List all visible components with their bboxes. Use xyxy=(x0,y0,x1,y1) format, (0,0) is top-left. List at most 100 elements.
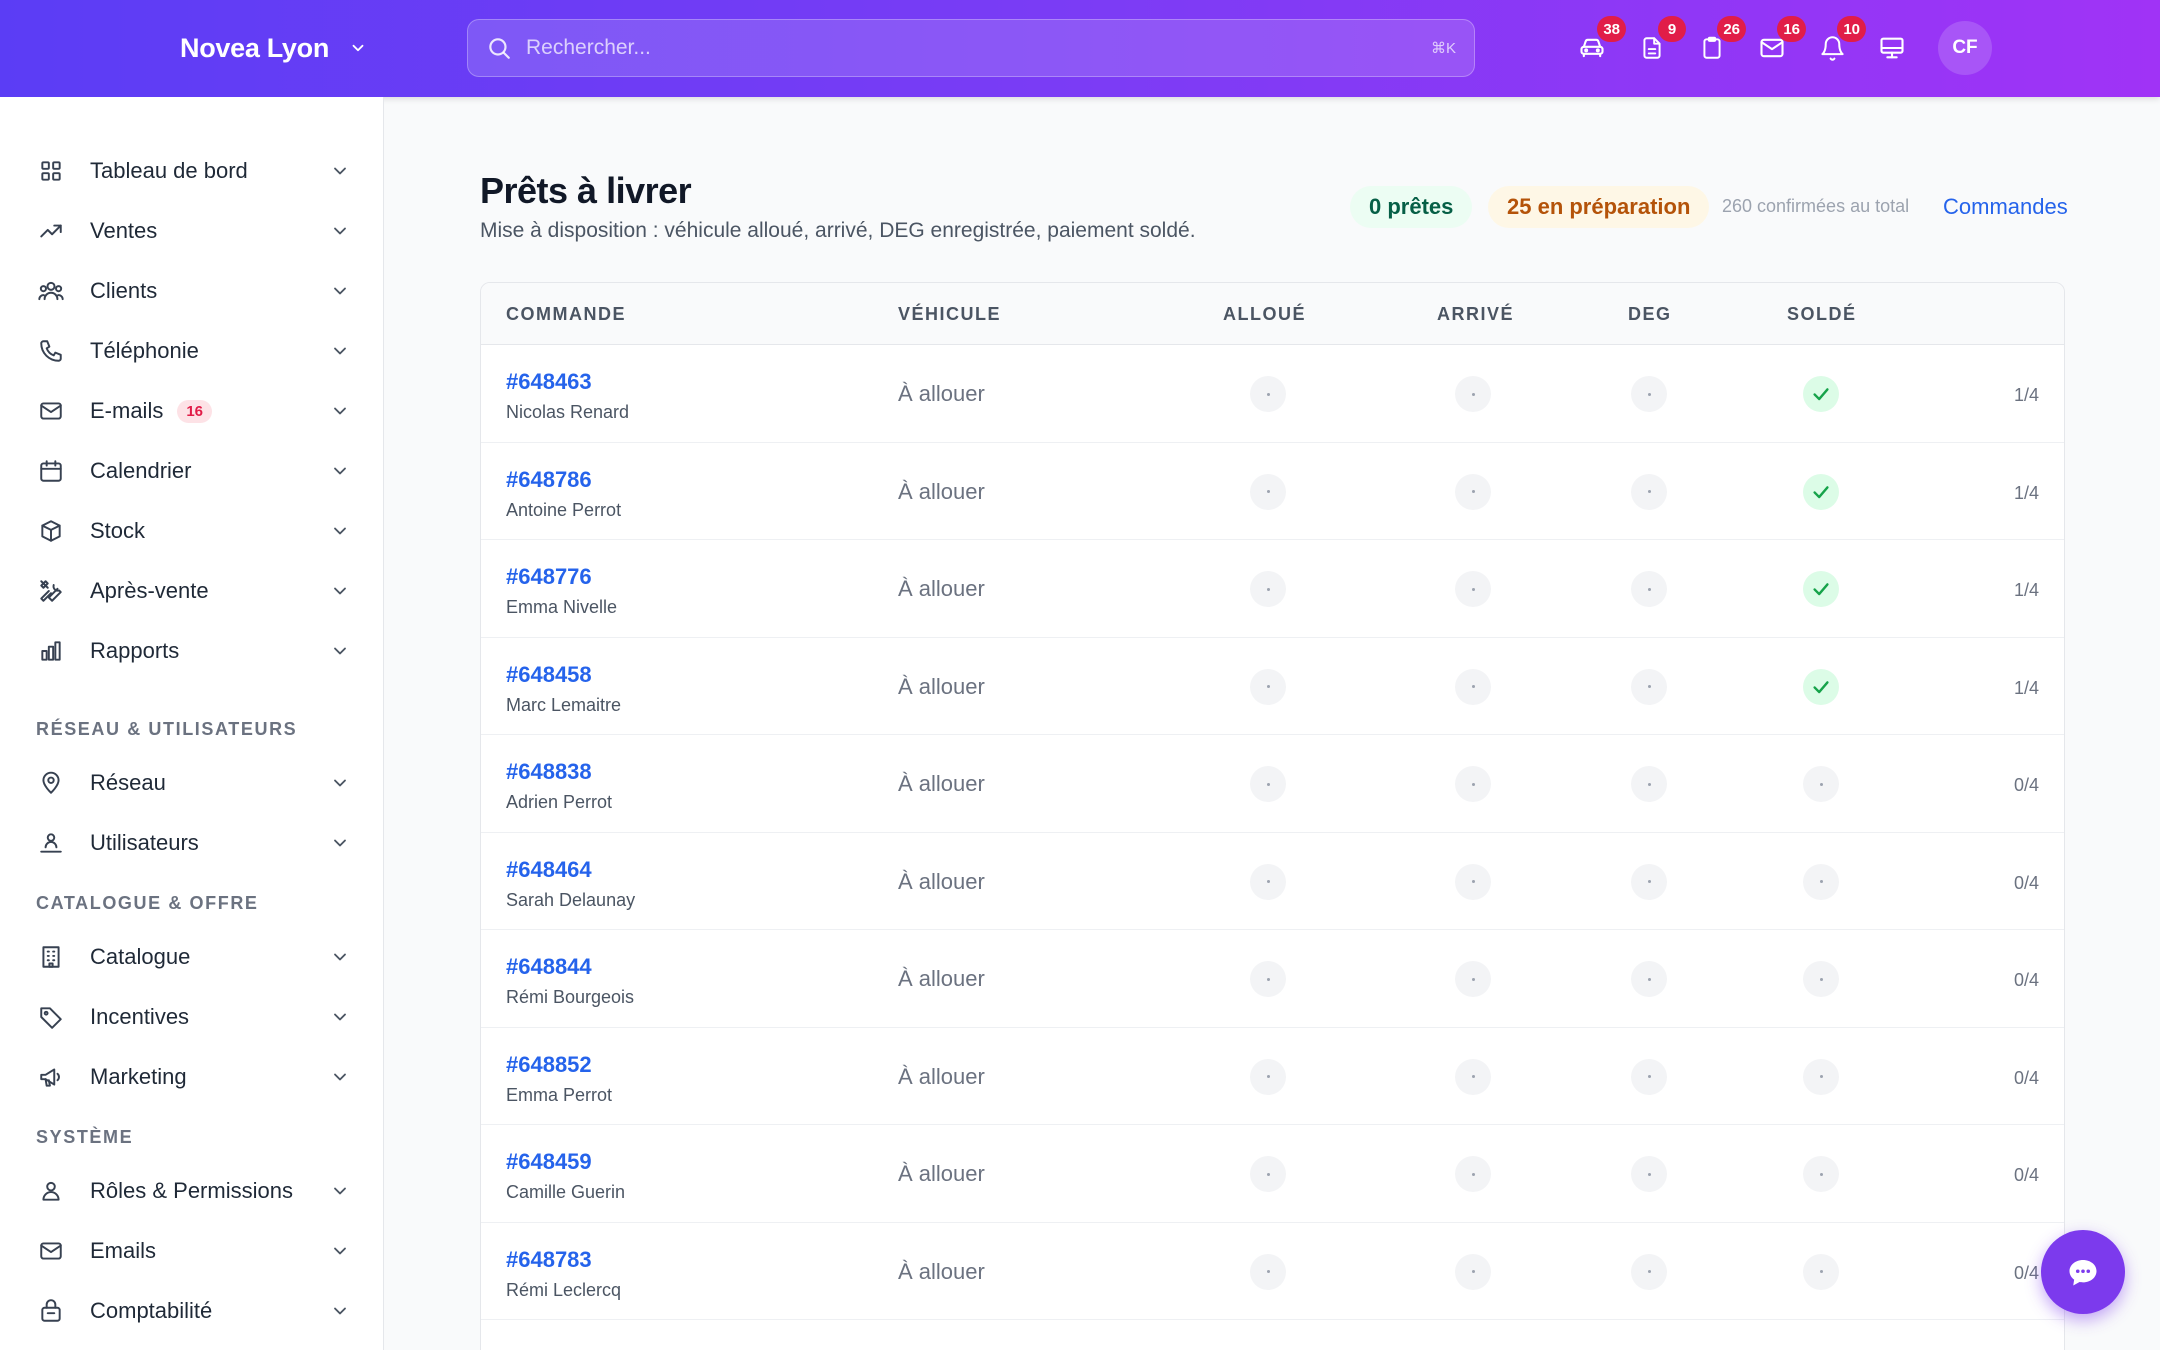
order-number-link[interactable]: #648463 xyxy=(506,369,592,395)
order-number-link[interactable]: #648783 xyxy=(506,1247,592,1273)
sidebar-item-reseau[interactable]: Réseau xyxy=(36,759,356,807)
column-header-deg: DEG xyxy=(1628,304,1672,324)
arrived-status-pending-icon xyxy=(1455,571,1491,607)
deg-status-pending-icon xyxy=(1631,1156,1667,1192)
sidebar-item-tableau-de-bord[interactable]: Tableau de bord xyxy=(36,147,356,195)
orders-link[interactable]: Commandes xyxy=(1943,194,2068,220)
arrived-status-pending-icon xyxy=(1455,473,1491,510)
table-row[interactable]: #648463 Nicolas Renard À allouer 1/4 xyxy=(481,345,2064,443)
clipboard-icon[interactable]: 26 xyxy=(1690,16,1746,70)
document-icon[interactable]: 9 xyxy=(1630,16,1686,70)
ready-count-chip[interactable]: 0 prêtes xyxy=(1350,186,1473,228)
order-number-link[interactable]: #648458 xyxy=(506,662,592,688)
preparation-count-chip[interactable]: 25 en préparation xyxy=(1488,186,1710,228)
sidebar-item-label: Comptabilité xyxy=(90,1298,213,1323)
sidebar-item-clients[interactable]: Clients xyxy=(36,267,356,315)
sidebar-item-telephonie[interactable]: Téléphonie xyxy=(36,327,356,375)
chevron-down-icon xyxy=(334,953,346,961)
table-row[interactable]: #648783 Rémi Leclercq À allouer 0/4 xyxy=(481,1223,2064,1320)
top-bar: Novea Lyon ⌘K 38 9 26 16 10 xyxy=(0,0,2160,97)
allocated-status-pending-icon xyxy=(1250,1156,1286,1192)
sidebar-item-label: Clients xyxy=(90,278,158,303)
vehicle-status: À allouer xyxy=(898,478,985,504)
order-number-link[interactable]: #648464 xyxy=(506,857,592,883)
sidebar-item-ventes[interactable]: Ventes xyxy=(36,207,356,255)
sidebar-item-utilisateurs[interactable]: Utilisateurs xyxy=(36,819,356,867)
table-row[interactable]: #648458 Marc Lemaitre À allouer 1/4 xyxy=(481,638,2064,735)
sidebar-item-emails[interactable]: Emails xyxy=(36,1227,356,1275)
sidebar-item-stock[interactable]: Stock xyxy=(36,507,356,555)
order-number-link[interactable]: #648852 xyxy=(506,1052,592,1078)
sidebar-item-catalogue[interactable]: Catalogue xyxy=(36,933,356,981)
vehicle-status: À allouer xyxy=(898,1161,985,1186)
sidebar-item-incentives[interactable]: Incentives xyxy=(36,993,356,1041)
chevron-down-icon xyxy=(334,287,346,295)
progress-count: 1/4 xyxy=(2013,482,2039,503)
section-title-catalog: CATALOGUE & OFFRE xyxy=(36,893,259,913)
map-pin-icon xyxy=(36,768,66,798)
sidebar-item-label: Catalogue xyxy=(90,944,191,969)
brand-switcher[interactable]: Novea Lyon xyxy=(180,28,367,68)
total-confirmed: 260 confirmées au total xyxy=(1722,196,1910,216)
table-row[interactable]: #648459 Camille Guerin À allouer 0/4 xyxy=(481,1125,2064,1223)
sidebar-item-e-mails[interactable]: E-mails 16 xyxy=(36,387,356,435)
chevron-down-icon xyxy=(334,587,346,595)
deg-status-pending-icon xyxy=(1631,571,1667,607)
tools-icon xyxy=(36,576,66,606)
table-row[interactable]: #648786 Antoine Perrot À allouer 1/4 xyxy=(481,443,2064,540)
order-number-link[interactable]: #648776 xyxy=(506,564,592,590)
order-number-link[interactable]: #648459 xyxy=(506,1149,592,1175)
order-number-link[interactable]: #648786 xyxy=(506,467,592,493)
paid-status-pending-icon xyxy=(1803,766,1839,802)
arrived-status-pending-icon xyxy=(1455,376,1491,412)
building-icon xyxy=(36,942,66,972)
search-input[interactable] xyxy=(526,36,1431,60)
monitor-icon[interactable] xyxy=(1870,26,1914,70)
arrived-status-pending-icon xyxy=(1455,668,1491,705)
sidebar-item-label: Emails xyxy=(90,1238,157,1263)
paid-status-check-icon xyxy=(1803,571,1839,607)
sidebar-item-roles-permissions[interactable]: Rôles & Permissions xyxy=(36,1167,356,1215)
order-number-link[interactable]: #648838 xyxy=(506,759,592,785)
mail-badge: 16 xyxy=(1777,16,1806,42)
chevron-down-icon xyxy=(334,1247,346,1255)
progress-count: 0/4 xyxy=(2013,1067,2039,1088)
chat-button[interactable] xyxy=(2041,1230,2125,1314)
table-row[interactable]: #648776 Emma Nivelle À allouer 1/4 xyxy=(481,540,2064,638)
avatar[interactable]: CF xyxy=(1938,21,1992,75)
table-row[interactable]: #648464 Sarah Delaunay À allouer 0/4 xyxy=(481,833,2064,930)
allocated-status-pending-icon xyxy=(1250,1058,1286,1095)
vehicle-status: À allouer xyxy=(898,771,985,796)
mail-icon[interactable]: 16 xyxy=(1750,16,1806,70)
table-row[interactable]: #648852 Emma Perrot À allouer 0/4 xyxy=(481,1028,2064,1125)
bell-icon[interactable]: 10 xyxy=(1810,16,1866,70)
clipboard-badge: 26 xyxy=(1717,16,1746,42)
sidebar-item-marketing[interactable]: Marketing xyxy=(36,1053,356,1101)
deg-status-pending-icon xyxy=(1631,1058,1667,1095)
sidebar-item-comptabilite[interactable]: Comptabilité xyxy=(36,1287,356,1335)
paid-status-pending-icon xyxy=(1803,1156,1839,1192)
arrived-status-pending-icon xyxy=(1455,1156,1491,1192)
sidebar-item-apres-vente[interactable]: Après-vente xyxy=(36,567,356,615)
sidebar-item-label: Rapports xyxy=(90,638,180,663)
table-row[interactable]: #648844 Rémi Bourgeois À allouer 0/4 xyxy=(481,930,2064,1028)
sidebar-item-rapports[interactable]: Rapports xyxy=(36,627,356,675)
sidebar-item-label: Ventes xyxy=(90,218,158,243)
column-header-allocated: ALLOUÉ xyxy=(1223,304,1306,324)
sidebar-item-calendrier[interactable]: Calendrier xyxy=(36,447,356,495)
deg-status-pending-icon xyxy=(1631,863,1667,900)
sidebar-item-label: Utilisateurs xyxy=(90,830,199,855)
section-title-network: RÉSEAU & UTILISATEURS xyxy=(36,719,298,739)
lock-bag-icon xyxy=(36,1296,66,1326)
search-bar[interactable]: ⌘K xyxy=(467,19,1475,77)
progress-count: 0/4 xyxy=(2013,1165,2039,1185)
progress-count: 1/4 xyxy=(2013,677,2039,698)
table-row[interactable]: #648838 Adrien Perrot À allouer 0/4 xyxy=(481,735,2064,833)
order-number-link[interactable]: #648844 xyxy=(506,954,592,980)
car-icon[interactable]: 38 xyxy=(1570,16,1626,70)
allocated-status-pending-icon xyxy=(1250,571,1286,607)
chevron-down-icon xyxy=(334,779,346,787)
brand-name: Novea Lyon xyxy=(180,32,330,63)
search-icon xyxy=(486,35,512,61)
chevron-down-icon xyxy=(334,347,346,355)
